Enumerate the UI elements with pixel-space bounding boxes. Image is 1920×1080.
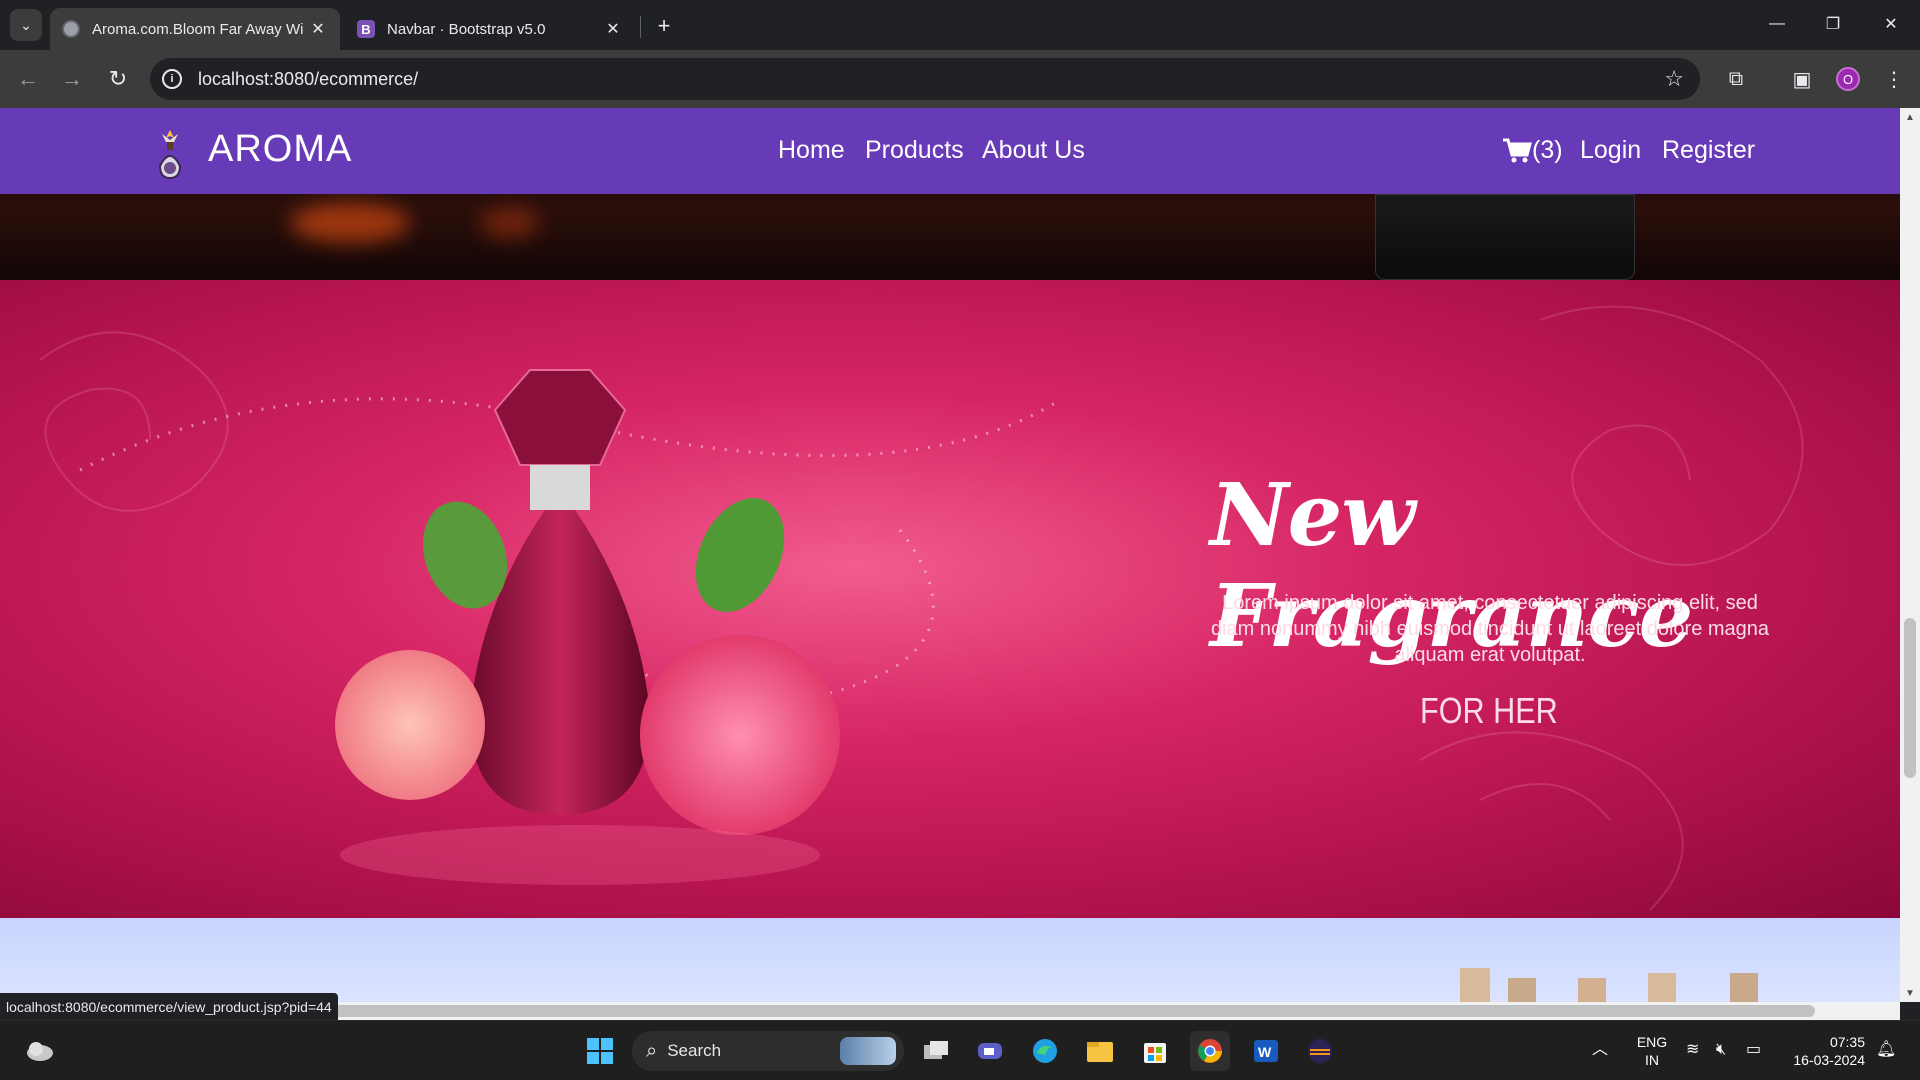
file-explorer-icon[interactable] bbox=[1080, 1031, 1120, 1071]
search-icon: ⌕ bbox=[646, 1039, 658, 1062]
nav-register-link[interactable]: Register bbox=[1662, 136, 1755, 165]
clock-date: 16-03-2024 bbox=[1793, 1052, 1865, 1068]
tab-search-dropdown[interactable]: ⌄ bbox=[10, 9, 42, 41]
back-button[interactable]: ← bbox=[12, 63, 44, 95]
close-tab-icon[interactable]: ✕ bbox=[308, 19, 328, 39]
battery-icon[interactable]: ▭ bbox=[1746, 1041, 1761, 1059]
minimize-button[interactable]: — bbox=[1754, 8, 1800, 40]
clock-time: 07:35 bbox=[1829, 1034, 1865, 1050]
tab-bootstrap-navbar[interactable]: B Navbar · Bootstrap v5.0 ✕ bbox=[345, 8, 635, 50]
cart-icon bbox=[1503, 138, 1532, 162]
product-image bbox=[1578, 978, 1606, 1002]
product-image bbox=[1460, 968, 1490, 1002]
weather-widget-icon[interactable] bbox=[20, 1031, 60, 1071]
nav-products-link[interactable]: Products bbox=[865, 136, 964, 165]
new-tab-button[interactable]: + bbox=[650, 12, 678, 40]
clock-widget[interactable]: 07:35 16-03-2024 bbox=[1785, 1033, 1865, 1069]
side-panel-icon[interactable]: ▣ bbox=[1788, 65, 1816, 93]
search-highlight-icon bbox=[840, 1037, 896, 1065]
chrome-browser-icon[interactable] bbox=[1190, 1031, 1230, 1071]
task-view-icon[interactable] bbox=[916, 1031, 956, 1071]
taskbar-search-box[interactable]: ⌕ Search bbox=[632, 1031, 904, 1071]
banner-tagline[interactable]: FOR HER bbox=[1420, 690, 1558, 732]
notification-bell-icon[interactable]: 🔔︎ bbox=[1876, 1041, 1896, 1059]
search-label: Search bbox=[667, 1041, 722, 1060]
svg-text:W: W bbox=[1258, 1044, 1272, 1060]
volume-muted-icon[interactable]: 🔇︎ bbox=[1716, 1041, 1726, 1059]
product-image bbox=[1648, 973, 1676, 1002]
vertical-scrollbar[interactable]: ▲ ▼ bbox=[1900, 108, 1920, 1002]
extensions-icon[interactable]: ⧉ bbox=[1722, 65, 1750, 93]
globe-favicon-icon bbox=[62, 20, 80, 38]
product-image bbox=[1730, 973, 1758, 1002]
tab-aroma[interactable]: Aroma.com.Bloom Far Away Wi ✕ bbox=[50, 8, 340, 50]
site-info-icon[interactable]: i bbox=[162, 69, 182, 89]
url-text[interactable]: localhost:8080/ecommerce/ bbox=[198, 69, 418, 90]
bookmark-star-icon[interactable]: ☆ bbox=[1664, 66, 1684, 92]
nav-home-link[interactable]: Home bbox=[778, 136, 845, 165]
menu-kebab-icon[interactable]: ⋮ bbox=[1880, 65, 1908, 93]
scroll-down-arrow-icon[interactable]: ▼ bbox=[1900, 984, 1920, 1002]
profile-avatar[interactable]: O bbox=[1836, 67, 1860, 91]
word-app-icon[interactable]: W bbox=[1246, 1031, 1286, 1071]
browser-toolbar: ← → ↻ i localhost:8080/ecommerce/ ☆ ⧉ ▣ … bbox=[0, 50, 1920, 108]
tab-title: Aroma.com.Bloom Far Away Wi bbox=[92, 20, 304, 38]
language-line2: IN bbox=[1645, 1052, 1659, 1068]
language-line1: ENG bbox=[1636, 1034, 1668, 1050]
light-glow bbox=[290, 203, 410, 243]
microsoft-store-icon[interactable] bbox=[1135, 1031, 1175, 1071]
teams-meet-icon[interactable] bbox=[970, 1031, 1010, 1071]
next-section-strip bbox=[0, 918, 1900, 1002]
perfume-bottle-image bbox=[335, 369, 840, 885]
wifi-icon[interactable]: ≋ bbox=[1686, 1041, 1699, 1059]
nav-about-link[interactable]: About Us bbox=[982, 136, 1085, 165]
cart-count: (3) bbox=[1532, 136, 1563, 164]
tab-title: Navbar · Bootstrap v5.0 bbox=[387, 20, 546, 38]
browser-tab-bar: ⌄ Aroma.com.Bloom Far Away Wi ✕ B Navbar… bbox=[0, 0, 1920, 50]
bootstrap-favicon-icon: B bbox=[357, 20, 375, 38]
perfume-bottle-base-image bbox=[1375, 194, 1635, 280]
edge-browser-icon[interactable] bbox=[1025, 1031, 1065, 1071]
page-viewport: AROMA Home Products About Us (3) Login R… bbox=[0, 108, 1900, 1002]
address-bar[interactable]: i localhost:8080/ecommerce/ ☆ bbox=[150, 58, 1700, 100]
tab-separator bbox=[640, 16, 641, 38]
close-tab-icon[interactable]: ✕ bbox=[603, 19, 623, 39]
link-status-bubble: localhost:8080/ecommerce/view_product.js… bbox=[0, 993, 338, 1020]
scroll-up-arrow-icon[interactable]: ▲ bbox=[1900, 108, 1920, 126]
forward-button[interactable]: → bbox=[56, 63, 88, 95]
show-hidden-icons-chevron-icon[interactable]: ︿ bbox=[1592, 1041, 1608, 1059]
language-indicator[interactable]: ENG IN bbox=[1636, 1033, 1668, 1069]
aroma-logo-icon[interactable] bbox=[152, 126, 188, 180]
close-window-button[interactable]: ✕ bbox=[1868, 8, 1914, 40]
brand-name[interactable]: AROMA bbox=[208, 128, 352, 171]
nav-login-link[interactable]: Login bbox=[1580, 136, 1641, 165]
restore-button[interactable]: ❐ bbox=[1810, 8, 1856, 40]
hero-carousel-slide[interactable]: New Fragrance Lorem ipsum dolor sit amet… bbox=[0, 280, 1900, 918]
site-navbar: AROMA Home Products About Us (3) Login R… bbox=[0, 108, 1900, 194]
cart-link[interactable]: (3) bbox=[1502, 136, 1563, 165]
reload-button[interactable]: ↻ bbox=[102, 63, 134, 95]
horizontal-scroll-thumb[interactable] bbox=[300, 1005, 1815, 1017]
windows-taskbar: ⌕ Search W ︿ ENG IN ≋ 🔇︎ ▭ 07:35 16-03-2… bbox=[0, 1020, 1920, 1080]
light-glow bbox=[480, 208, 540, 238]
start-windows-icon[interactable] bbox=[580, 1031, 620, 1071]
eclipse-ide-icon[interactable] bbox=[1300, 1031, 1340, 1071]
vertical-scroll-thumb[interactable] bbox=[1904, 618, 1916, 778]
banner-description: Lorem ipsum dolor sit amet, consectetuer… bbox=[1210, 592, 1770, 666]
product-image bbox=[1508, 978, 1536, 1002]
